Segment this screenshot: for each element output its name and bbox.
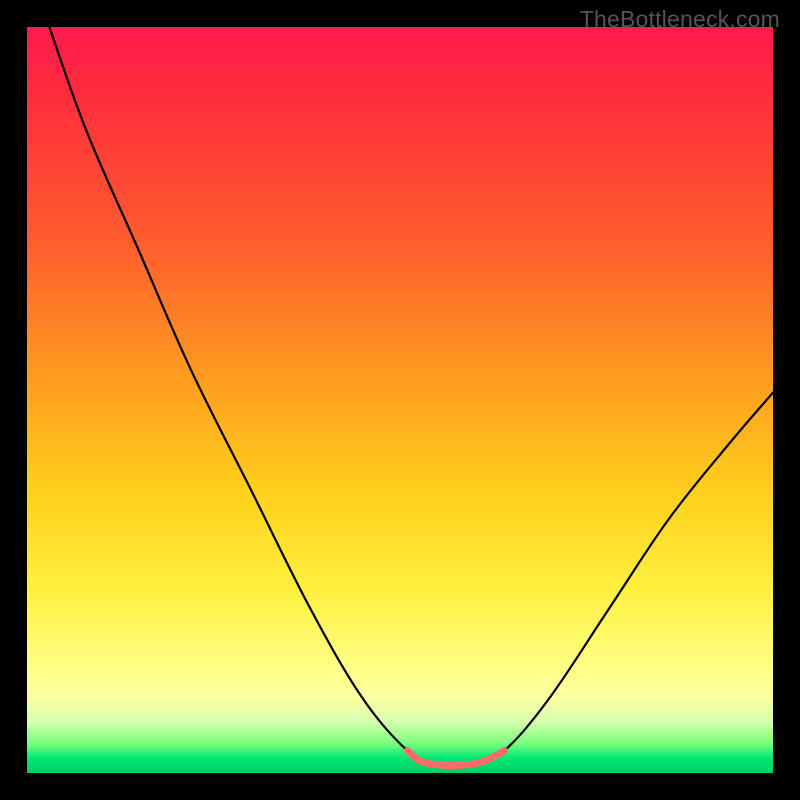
plot-area (27, 27, 773, 773)
chart-container: TheBottleneck.com (0, 0, 800, 800)
bottleneck-curve (49, 27, 773, 768)
watermark-text: TheBottleneck.com (580, 6, 780, 33)
curve-svg (27, 27, 773, 773)
bottom-marker (407, 751, 504, 766)
